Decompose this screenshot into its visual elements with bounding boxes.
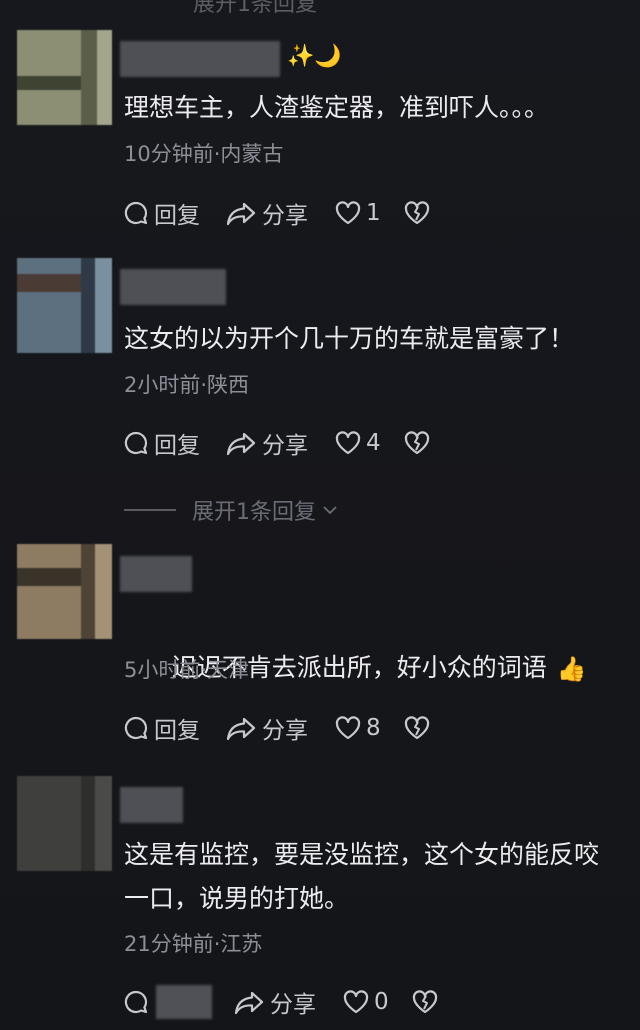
share-label: 分享 bbox=[270, 992, 316, 1018]
comment-meta: 21分钟前·江苏 bbox=[124, 932, 263, 956]
comment-list: 展开1条回复 ✨🌙 理想车主，人渣鉴定器，准到吓人。。。 10分钟前·内蒙古 回… bbox=[0, 0, 640, 1030]
reply-button[interactable] bbox=[122, 985, 212, 1019]
comment-text: 理想车主，人渣鉴定器，准到吓人。。。 bbox=[124, 93, 550, 122]
reply-button[interactable]: 回复 bbox=[122, 426, 200, 460]
reply-button[interactable]: 回复 bbox=[122, 711, 200, 745]
reply-bubble-icon bbox=[124, 201, 148, 225]
broken-heart-icon bbox=[404, 716, 429, 740]
username-redacted[interactable] bbox=[120, 787, 183, 823]
share-label: 分享 bbox=[262, 433, 308, 459]
broken-heart-icon bbox=[412, 990, 437, 1014]
share-arrow-icon bbox=[234, 991, 264, 1015]
comment-actions: 回复 分享 1 bbox=[122, 197, 431, 229]
dislike-button[interactable] bbox=[403, 199, 431, 227]
like-count: 1 bbox=[366, 200, 381, 226]
expand-replies-label: 展开1条回复 bbox=[192, 500, 316, 525]
like-count: 4 bbox=[366, 430, 381, 456]
share-label: 分享 bbox=[262, 203, 308, 229]
reply-label: 回复 bbox=[154, 718, 200, 744]
reply-bubble-icon bbox=[124, 990, 148, 1014]
like-button[interactable]: 1 bbox=[334, 199, 381, 227]
comment-actions: 分享 0 bbox=[122, 985, 439, 1019]
comment-text: 这是有监控，要是没监控，这个女的能反咬 一口，说男的打她。 bbox=[124, 840, 600, 913]
share-button[interactable]: 分享 bbox=[226, 711, 308, 745]
comment-meta: 2小时前·陕西 bbox=[124, 373, 250, 397]
reply-button[interactable]: 回复 bbox=[122, 196, 200, 230]
chevron-down-icon bbox=[323, 506, 337, 515]
comment-actions: 回复 分享 4 bbox=[122, 427, 431, 459]
comment-meta: 10分钟前·内蒙古 bbox=[124, 142, 284, 166]
like-button[interactable]: 4 bbox=[334, 429, 381, 457]
expand-replies-top[interactable]: 展开1条回复 bbox=[193, 0, 317, 18]
comment-text: 这女的以为开个几十万的车就是富豪了！ bbox=[124, 324, 575, 353]
comment-actions: 回复 分享 8 bbox=[122, 712, 431, 744]
thumbs-up-emoji: 👍 bbox=[556, 655, 587, 683]
avatar[interactable] bbox=[17, 776, 112, 871]
like-count: 0 bbox=[374, 989, 389, 1015]
reply-bubble-icon bbox=[124, 716, 148, 740]
heart-icon bbox=[343, 990, 369, 1014]
share-arrow-icon bbox=[226, 202, 256, 226]
heart-icon bbox=[335, 716, 361, 740]
reply-label-redacted bbox=[156, 985, 212, 1019]
avatar[interactable] bbox=[17, 258, 112, 353]
dislike-button[interactable] bbox=[403, 429, 431, 457]
username-redacted[interactable] bbox=[120, 41, 280, 77]
username-emoji: ✨🌙 bbox=[287, 44, 342, 69]
broken-heart-icon bbox=[404, 431, 429, 455]
share-label: 分享 bbox=[262, 718, 308, 744]
sparkle-emoji: ✨ bbox=[287, 44, 315, 69]
share-arrow-icon bbox=[226, 432, 256, 456]
dislike-button[interactable] bbox=[403, 714, 431, 742]
share-arrow-icon bbox=[226, 717, 256, 741]
like-count: 8 bbox=[366, 715, 381, 741]
share-button[interactable]: 分享 bbox=[234, 985, 316, 1019]
reply-label: 回复 bbox=[154, 203, 200, 229]
comment-meta: 5小时前·天津 bbox=[124, 658, 250, 682]
share-button[interactable]: 分享 bbox=[226, 426, 308, 460]
broken-heart-icon bbox=[404, 201, 429, 225]
like-button[interactable]: 8 bbox=[334, 714, 381, 742]
like-button[interactable]: 0 bbox=[342, 988, 389, 1016]
moon-emoji: 🌙 bbox=[314, 44, 342, 69]
reply-label: 回复 bbox=[154, 433, 200, 459]
heart-icon bbox=[335, 201, 361, 225]
username-redacted[interactable] bbox=[120, 269, 226, 305]
dislike-button[interactable] bbox=[411, 988, 439, 1016]
avatar[interactable] bbox=[17, 544, 112, 639]
expand-replies-button[interactable]: 展开1条回复 bbox=[124, 494, 340, 526]
heart-icon bbox=[335, 431, 361, 455]
avatar[interactable] bbox=[17, 30, 112, 125]
share-button[interactable]: 分享 bbox=[226, 196, 308, 230]
divider-line bbox=[124, 509, 176, 511]
reply-bubble-icon bbox=[124, 431, 148, 455]
username-redacted[interactable] bbox=[120, 556, 192, 592]
